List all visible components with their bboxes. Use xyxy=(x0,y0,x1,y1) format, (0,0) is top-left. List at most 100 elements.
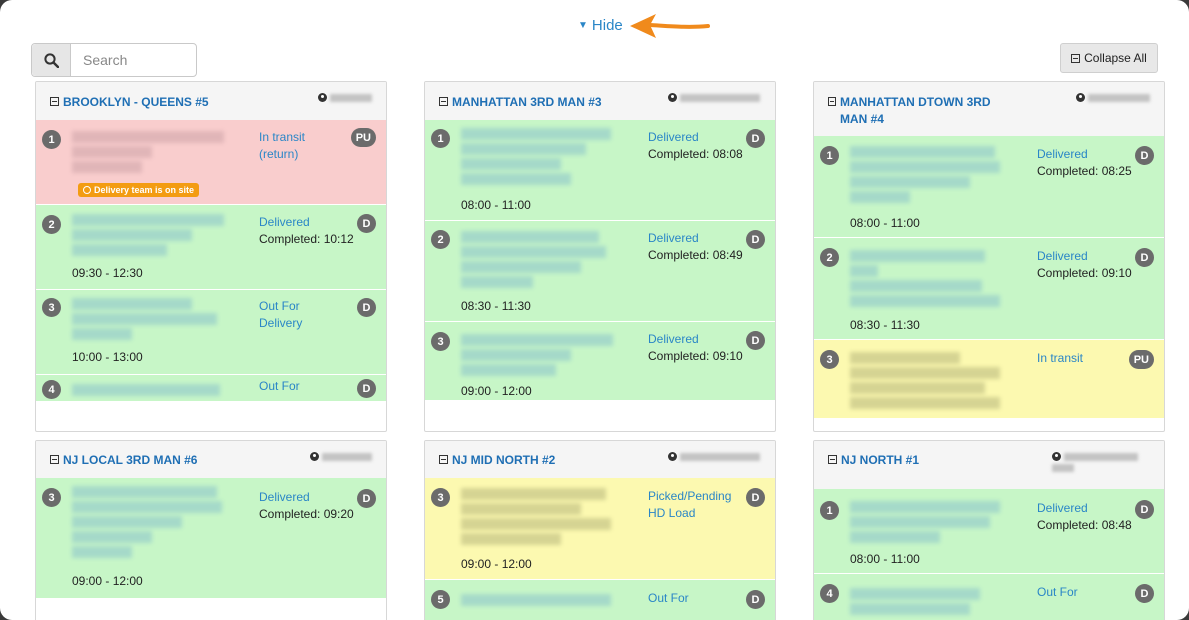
stop-row[interactable]: 3 Picked/Pending HD Load 09:00 - 12:00 D xyxy=(425,478,775,579)
stop-address xyxy=(461,334,613,379)
time-window: 08:30 - 11:30 xyxy=(850,318,920,332)
stop-row[interactable]: 3 Out For Delivery 10:00 - 13:00 D xyxy=(36,290,386,374)
user-icon xyxy=(318,93,327,102)
route-card: BROOKLYN - QUEENS #5 1 Delivery team is … xyxy=(35,81,387,432)
collapse-route-icon xyxy=(50,97,59,106)
route-header[interactable]: NJ LOCAL 3RD MAN #6 xyxy=(36,441,386,479)
stop-status: Delivered Completed: 10:12 xyxy=(259,215,354,246)
search-input[interactable] xyxy=(71,44,195,76)
stop-address xyxy=(72,486,222,561)
stop-number: 3 xyxy=(431,332,450,351)
stop-row[interactable]: 1 Delivered Completed: 08:48 08:00 - 11:… xyxy=(814,489,1164,573)
route-title[interactable]: NJ LOCAL 3RD MAN #6 xyxy=(50,452,197,469)
stop-status: Out For xyxy=(648,591,689,605)
stop-status: Delivered Completed: 08:49 xyxy=(648,231,743,262)
stop-type-badge: D xyxy=(357,298,376,317)
stop-number: 3 xyxy=(42,298,61,317)
stop-type-badge: D xyxy=(1135,584,1154,603)
collapse-route-icon xyxy=(828,97,836,106)
collapse-all-button[interactable]: Collapse All xyxy=(1060,43,1158,73)
hide-label: Hide xyxy=(591,17,623,34)
stop-row[interactable]: 2 Delivered Completed: 08:49 08:30 - 11:… xyxy=(425,221,775,321)
stop-row[interactable]: 2 Delivered Completed: 10:12 09:30 - 12:… xyxy=(36,205,386,289)
stop-row[interactable]: 4 Out For D xyxy=(814,574,1164,620)
stop-row[interactable]: 3 Delivered Completed: 09:20 09:00 - 12:… xyxy=(36,478,386,598)
stop-status: Delivered Completed: 08:08 xyxy=(648,130,743,161)
stop-status: Out For xyxy=(259,379,300,393)
stop-row[interactable]: 2 Delivered Completed: 09:10 08:30 - 11:… xyxy=(814,238,1164,339)
annotation-arrow-icon xyxy=(630,14,710,38)
stop-type-badge: PU xyxy=(350,128,376,147)
stop-number: 3 xyxy=(820,350,839,369)
route-title[interactable]: MANHATTAN DTOWN 3RD MAN #4 xyxy=(828,94,1008,128)
route-header[interactable]: MANHATTAN 3RD MAN #3 xyxy=(425,82,775,121)
stop-number: 5 xyxy=(431,590,450,609)
driver-name xyxy=(310,452,372,461)
stop-status: In transit (return) xyxy=(259,130,306,161)
stop-status: Delivered Completed: 08:48 xyxy=(1037,501,1132,532)
stop-status: Delivered Completed: 09:10 xyxy=(1037,249,1132,280)
stop-type-badge: D xyxy=(746,129,765,148)
stop-number: 2 xyxy=(431,230,450,249)
stop-address xyxy=(72,214,224,259)
driver-name xyxy=(318,93,372,102)
stop-row[interactable]: 1 Delivered Completed: 08:25 08:00 - 11:… xyxy=(814,136,1164,237)
check-circle-icon xyxy=(83,186,91,194)
time-window: 08:00 - 11:00 xyxy=(461,198,531,212)
route-header[interactable]: BROOKLYN - QUEENS #5 xyxy=(36,82,386,121)
hide-toggle[interactable]: ▼ Hide xyxy=(578,17,623,34)
time-window: 08:00 - 11:00 xyxy=(850,552,920,566)
stop-type-badge: PU xyxy=(1128,350,1154,369)
route-card: MANHATTAN DTOWN 3RD MAN #4 1 Delivered C… xyxy=(813,81,1165,432)
collapse-route-icon xyxy=(439,97,448,106)
stop-row[interactable]: 1 Delivered Completed: 08:08 08:00 - 11:… xyxy=(425,120,775,220)
stop-type-badge: D xyxy=(357,489,376,508)
driver-name xyxy=(1052,452,1138,472)
search-button[interactable] xyxy=(32,44,71,76)
stop-status: Out For Delivery xyxy=(259,299,303,330)
stop-row[interactable]: 4 Out For D xyxy=(36,375,386,401)
stop-address xyxy=(461,231,611,291)
route-header[interactable]: MANHATTAN DTOWN 3RD MAN #4 xyxy=(814,82,1164,137)
stop-address xyxy=(72,384,222,399)
stop-type-badge: D xyxy=(357,214,376,233)
stop-number: 1 xyxy=(431,129,450,148)
stop-address xyxy=(850,250,1000,310)
stop-address xyxy=(850,352,1000,412)
stop-status: Picked/Pending HD Load xyxy=(648,489,732,520)
collapse-icon xyxy=(1071,53,1081,63)
stop-address xyxy=(461,128,611,188)
time-window: 08:00 - 11:00 xyxy=(850,216,920,230)
caret-down-icon: ▼ xyxy=(578,20,588,31)
route-title[interactable]: MANHATTAN 3RD MAN #3 xyxy=(439,94,602,111)
route-card: MANHATTAN 3RD MAN #3 1 Delivered Complet… xyxy=(424,81,776,432)
search-box xyxy=(31,43,197,77)
stop-number: 1 xyxy=(42,130,61,149)
route-title[interactable]: BROOKLYN - QUEENS #5 xyxy=(50,94,209,111)
stop-address xyxy=(461,488,611,548)
search-icon xyxy=(43,52,59,68)
stop-row[interactable]: 5 Out For D xyxy=(425,580,775,620)
user-icon xyxy=(668,93,677,102)
collapse-route-icon xyxy=(439,455,448,464)
stop-address xyxy=(461,594,611,609)
stop-row[interactable]: 1 Delivery team is on site In transit (r… xyxy=(36,120,386,204)
stop-number: 1 xyxy=(820,501,839,520)
stop-address xyxy=(850,588,1000,618)
route-title[interactable]: NJ MID NORTH #2 xyxy=(439,452,555,469)
stop-type-badge: D xyxy=(746,331,765,350)
stop-row[interactable]: 3 In transit PU xyxy=(814,340,1164,418)
stop-address xyxy=(850,501,1000,546)
route-header[interactable]: NJ MID NORTH #2 xyxy=(425,441,775,479)
collapse-label: Collapse All xyxy=(1084,51,1147,65)
stop-status: Delivered Completed: 09:20 xyxy=(259,490,354,521)
time-window: 09:00 - 12:00 xyxy=(72,574,143,588)
route-header[interactable]: NJ NORTH #1 xyxy=(814,441,1164,490)
route-title[interactable]: NJ NORTH #1 xyxy=(828,452,919,469)
collapse-route-icon xyxy=(50,455,59,464)
time-window: 09:30 - 12:30 xyxy=(72,266,143,280)
stop-row[interactable]: 3 Delivered Completed: 09:10 09:00 - 12:… xyxy=(425,322,775,400)
driver-name xyxy=(668,93,760,102)
user-icon xyxy=(668,452,677,461)
stop-type-badge: D xyxy=(746,590,765,609)
